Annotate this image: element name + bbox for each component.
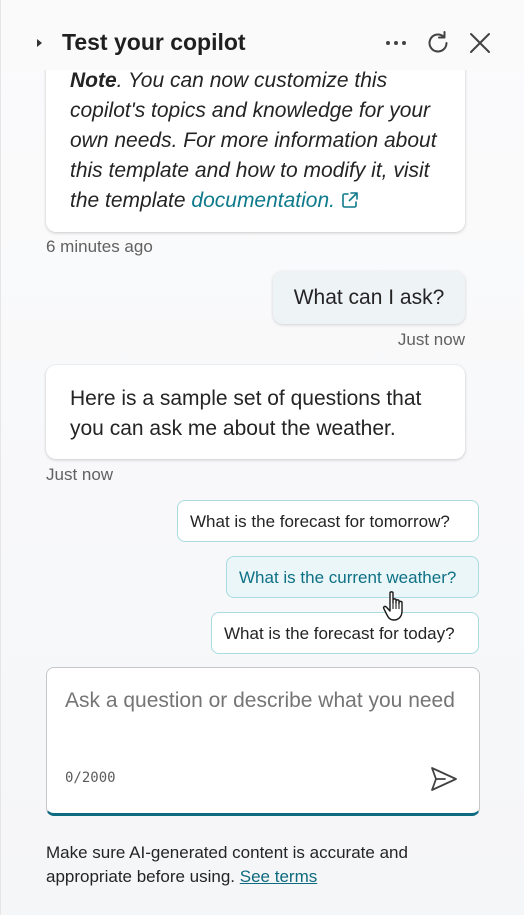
chat-transcript: Note. You can now customize this copilot… bbox=[1, 0, 524, 660]
caret-right-icon[interactable] bbox=[31, 34, 47, 52]
test-copilot-panel: Note. You can now customize this copilot… bbox=[0, 0, 524, 915]
note-label: Note bbox=[70, 69, 117, 92]
see-terms-link[interactable]: See terms bbox=[240, 867, 317, 886]
suggested-question-button[interactable]: What is the forecast for today? bbox=[211, 612, 479, 654]
suggested-question-button[interactable]: What is the current weather? bbox=[226, 556, 479, 598]
chat-input[interactable] bbox=[65, 686, 455, 746]
ai-disclaimer: Make sure AI-generated content is accura… bbox=[46, 841, 476, 889]
message-timestamp: 6 minutes ago bbox=[46, 237, 153, 256]
refresh-icon[interactable] bbox=[424, 29, 452, 57]
bot-message: Here is a sample set of questions that y… bbox=[46, 365, 465, 459]
user-message: What can I ask? bbox=[273, 271, 465, 324]
send-icon[interactable] bbox=[429, 765, 459, 793]
more-options-icon[interactable] bbox=[382, 29, 410, 57]
message-timestamp: Just now bbox=[46, 465, 114, 484]
external-link-icon[interactable] bbox=[341, 191, 359, 209]
message-timestamp: Just now bbox=[397, 330, 465, 349]
disclaimer-text: Make sure AI-generated content is accura… bbox=[46, 843, 408, 886]
chat-input-box[interactable]: 0/2000 bbox=[46, 667, 480, 816]
panel-header: Test your copilot bbox=[1, 0, 524, 70]
suggested-question-button[interactable]: What is the forecast for tomorrow? bbox=[177, 500, 479, 542]
documentation-link[interactable]: documentation. bbox=[191, 189, 335, 212]
bot-message: Note. You can now customize this copilot… bbox=[46, 54, 465, 232]
close-icon[interactable] bbox=[466, 29, 494, 57]
hand-cursor-icon bbox=[382, 591, 403, 621]
character-count: 0/2000 bbox=[65, 770, 116, 786]
panel-title: Test your copilot bbox=[62, 29, 246, 55]
